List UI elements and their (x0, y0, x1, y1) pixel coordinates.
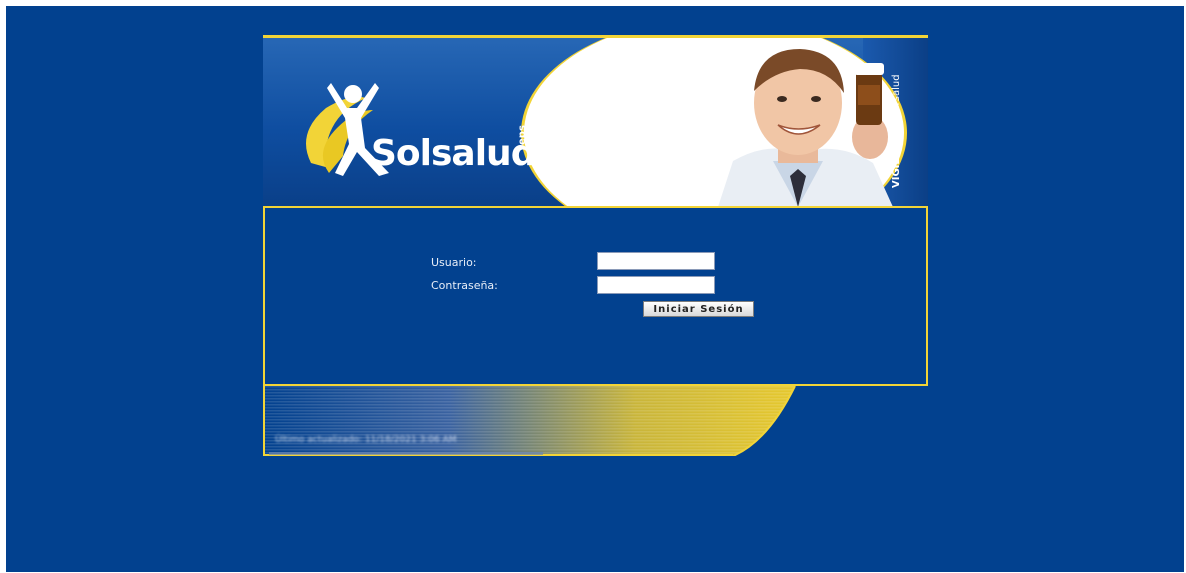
brand-suffix: eps (517, 125, 528, 145)
header-banner: Solsalud eps VIGILADO Supersalud (263, 35, 928, 208)
username-label: Usuario: (431, 256, 477, 269)
login-panel: Solsalud eps VIGILADO Supersalud Usuario… (263, 35, 928, 456)
vigilado-label: VIGILADO (891, 133, 902, 188)
page-background: Solsalud eps VIGILADO Supersalud Usuario… (6, 6, 1184, 572)
brand-name: Solsalud (371, 133, 536, 174)
doctor-photo (718, 49, 893, 207)
supersalud-seal: VIGILADO Supersalud (891, 74, 902, 188)
password-input[interactable] (597, 276, 715, 294)
login-form: Usuario: Contraseña: Iniciar Sesión (263, 208, 928, 386)
username-input[interactable] (597, 252, 715, 270)
supersalud-label: Supersalud (891, 74, 902, 131)
login-button[interactable]: Iniciar Sesión (643, 301, 754, 317)
password-label: Contraseña: (431, 279, 498, 292)
last-updated-text: Último actualizado: 11/18/2021 3:06 AM (275, 435, 457, 445)
footer-swoosh (263, 386, 796, 456)
